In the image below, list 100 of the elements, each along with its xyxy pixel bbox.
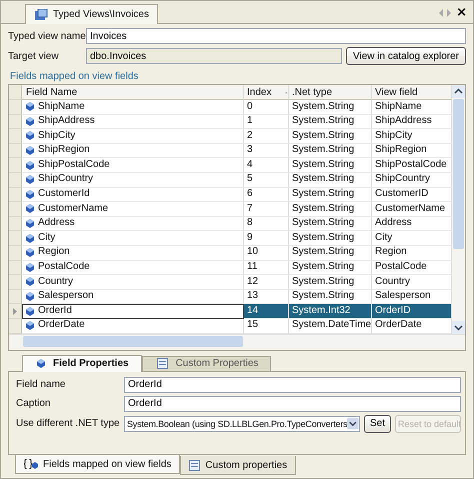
field-label: Target view (8, 50, 60, 62)
table-cell: ShipCity (22, 129, 244, 144)
row-header[interactable] (9, 144, 22, 158)
input-field[interactable]: OrderId (124, 396, 461, 412)
table-cell: 7 (244, 202, 289, 217)
input-field[interactable]: Invoices (86, 28, 466, 44)
column-header[interactable]: Field Name (22, 85, 244, 100)
field-icon (26, 306, 34, 316)
table-cell: 5 (244, 172, 289, 188)
row-header[interactable] (9, 246, 22, 261)
field-icon (26, 146, 34, 156)
row-header[interactable] (9, 275, 22, 290)
table-cell: System.String (289, 202, 372, 217)
table-cell: System.String (289, 158, 372, 173)
row-header[interactable] (9, 202, 22, 217)
row-header[interactable] (9, 290, 22, 304)
row-header[interactable] (9, 260, 22, 276)
horizontal-scrollbar[interactable] (9, 334, 465, 350)
table-cell: 8 (244, 216, 289, 232)
table-cell: Region (22, 246, 244, 261)
table-cell: System.String (289, 246, 372, 261)
tab[interactable]: Field Properties (22, 354, 142, 372)
field-icon (26, 116, 34, 126)
table-cell: 2 (244, 129, 289, 144)
table-cell: City (22, 231, 244, 246)
field-icon (26, 321, 34, 330)
field-icon (26, 292, 34, 302)
field-icon (26, 262, 34, 272)
field-label: Caption (16, 398, 52, 409)
row-header[interactable] (9, 158, 22, 173)
tab[interactable]: Custom properties (180, 456, 296, 475)
row-header[interactable] (9, 231, 22, 246)
table-cell: System.String (289, 275, 372, 290)
table-cell: PostalCode (22, 260, 244, 276)
row-header[interactable] (9, 172, 22, 188)
type-dropdown[interactable]: System.Boolean (using SD.LLBLGen.Pro.TypeConverters (124, 416, 360, 432)
row-header[interactable] (9, 129, 22, 144)
field-icon (26, 131, 34, 140)
table-cell: 10 (244, 246, 289, 261)
group-title: Fields mapped on view fields (10, 71, 140, 82)
tab[interactable]: Fields mapped on view fields (15, 455, 180, 474)
column-header[interactable]: .Net type (289, 85, 372, 100)
table-cell: Country (22, 275, 244, 290)
table-cell: System.String (289, 231, 372, 246)
catalog-button[interactable]: View in catalog explorer (346, 47, 466, 65)
tab[interactable]: Custom Properties (142, 356, 272, 370)
brackets-icon (24, 459, 38, 469)
row-header[interactable] (9, 318, 22, 334)
current-row-icon (13, 308, 17, 315)
table-cell: 1 (244, 114, 289, 130)
table-cell: 3 (244, 144, 289, 158)
table-cell: OrderId (22, 304, 244, 319)
view-icon (34, 8, 48, 20)
scroll-down-icon[interactable] (452, 320, 465, 334)
table-cell: System.String (289, 172, 372, 188)
table-cell: System.String (289, 129, 372, 144)
table-cell: 4 (244, 158, 289, 173)
row-header[interactable] (9, 304, 22, 319)
vertical-scrollbar[interactable] (452, 85, 465, 334)
table-cell: 9 (244, 231, 289, 246)
table-cell: System.String (289, 188, 372, 202)
scroll-arrows-icon[interactable] (439, 9, 452, 17)
table-cell: ShipCountry (22, 172, 244, 188)
field-label: Field name (16, 379, 66, 390)
table-cell: System.String (289, 100, 372, 115)
column-header[interactable]: Index (244, 85, 289, 100)
close-button[interactable]: × (456, 6, 467, 20)
table-cell: System.String (289, 114, 372, 130)
table-cell: 14 (244, 304, 289, 319)
table-cell: ShipRegion (22, 144, 244, 158)
input-field[interactable]: OrderId (124, 376, 461, 392)
scroll-up-icon[interactable] (452, 85, 465, 98)
field-icon (26, 234, 34, 243)
document-tab[interactable]: Typed Views\Invoices (25, 4, 158, 24)
table-cell: System.Int32 (289, 304, 372, 319)
sheet-icon (189, 460, 200, 470)
table-cell: System.String (289, 260, 372, 276)
field-icon (37, 359, 45, 368)
field-icon (26, 102, 34, 112)
table-cell: 11 (244, 260, 289, 276)
field-icon (26, 248, 34, 258)
row-header[interactable] (9, 100, 22, 115)
field-icon (26, 277, 34, 286)
table-cell: 12 (244, 275, 289, 290)
corner-cell (9, 85, 22, 100)
field-icon (26, 175, 34, 184)
table-cell: System.String (289, 216, 372, 232)
field-icon (26, 204, 34, 214)
readonly-field[interactable]: dbo.Invoices (86, 48, 342, 64)
row-header[interactable] (9, 216, 22, 232)
row-header[interactable] (9, 114, 22, 130)
table-cell: CustomerName (22, 202, 244, 217)
table-cell: ShipPostalCode (22, 158, 244, 173)
row-header[interactable] (9, 188, 22, 202)
set-button[interactable]: Set (364, 414, 392, 432)
field-icon (26, 219, 34, 228)
field-icon (26, 190, 34, 199)
field-label: Use different .NET type (16, 418, 120, 429)
table-cell: 6 (244, 188, 289, 202)
table-cell: System.String (289, 144, 372, 158)
